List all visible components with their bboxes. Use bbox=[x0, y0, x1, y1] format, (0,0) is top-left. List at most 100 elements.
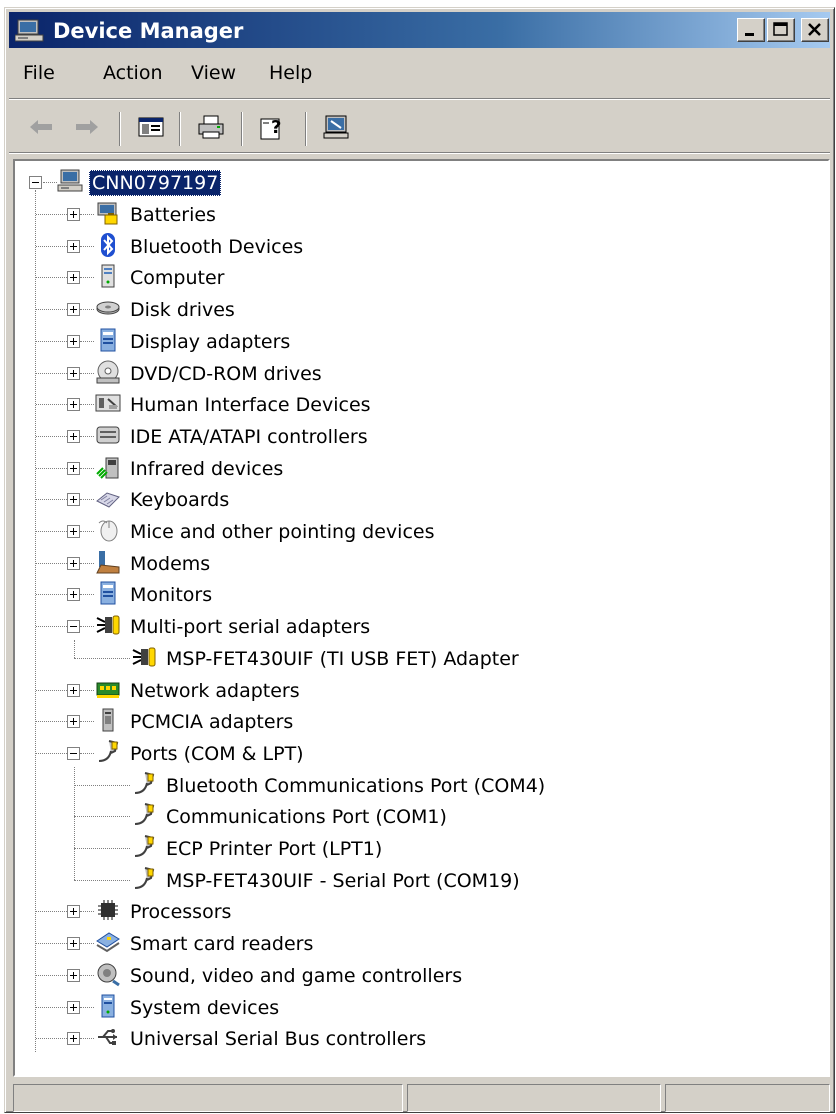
tree-root-label: CNN0797197 bbox=[89, 170, 222, 196]
tree-child-node[interactable]: Bluetooth Communications Port (COM4) bbox=[131, 771, 548, 801]
tree-connector bbox=[36, 911, 67, 913]
tree-connector bbox=[36, 404, 67, 406]
tree-node[interactable]: Display adapters bbox=[95, 327, 293, 357]
tree-node[interactable]: Infrared devices bbox=[95, 454, 286, 484]
tree-connector bbox=[36, 214, 67, 215]
expand-toggle[interactable] bbox=[67, 239, 80, 253]
tree-child-node[interactable]: ECP Printer Port (LPT1) bbox=[131, 834, 385, 864]
tree-node[interactable]: Batteries bbox=[95, 200, 219, 230]
expand-toggle[interactable] bbox=[67, 461, 80, 475]
expand-toggle[interactable] bbox=[67, 937, 80, 951]
tree-node[interactable]: Universal Serial Bus controllers bbox=[95, 1024, 429, 1054]
expand-toggle[interactable] bbox=[67, 905, 80, 919]
network-adapter-icon bbox=[95, 676, 127, 706]
expand-toggle[interactable] bbox=[67, 493, 80, 507]
tree-node-label: Multi-port serial adapters bbox=[130, 616, 371, 639]
tree-connector bbox=[36, 689, 67, 691]
tree-child-node[interactable]: MSP-FET430UIF - Serial Port (COM19) bbox=[131, 866, 523, 896]
battery-icon bbox=[95, 200, 127, 230]
tree-node[interactable]: Bluetooth Devices bbox=[95, 232, 306, 262]
expand-toggle[interactable] bbox=[67, 683, 80, 697]
tree-node[interactable]: DVD/CD-ROM drives bbox=[95, 359, 325, 389]
tree-node-label: Modems bbox=[130, 552, 211, 575]
serial-adapter-icon bbox=[131, 644, 163, 674]
print-button[interactable] bbox=[193, 112, 229, 146]
tree-connector bbox=[80, 340, 94, 342]
tree-connector bbox=[36, 245, 67, 247]
expand-toggle[interactable] bbox=[67, 398, 80, 412]
maximize-button[interactable] bbox=[767, 18, 795, 42]
forward-button[interactable] bbox=[69, 112, 105, 146]
tree-child-label: Communications Port (COM1) bbox=[166, 806, 447, 829]
menu-file[interactable]: File bbox=[23, 62, 55, 84]
tree-node[interactable]: Ports (COM & LPT) bbox=[95, 739, 307, 769]
tree-node[interactable]: Multi-port serial adapters bbox=[95, 612, 373, 642]
tree-connector bbox=[74, 816, 130, 818]
expand-toggle[interactable] bbox=[67, 556, 80, 570]
menu-view[interactable]: View bbox=[191, 62, 236, 84]
tree-child-label: ECP Printer Port (LPT1) bbox=[166, 838, 383, 860]
tree-node-label: Sound, video and game controllers bbox=[130, 964, 463, 987]
tree-node[interactable]: Modems bbox=[95, 549, 213, 579]
infrared-icon bbox=[95, 454, 127, 484]
system-devices-icon bbox=[95, 993, 127, 1023]
tree-child-node[interactable]: Communications Port (COM1) bbox=[131, 802, 450, 832]
show-hide-tree-button[interactable] bbox=[133, 112, 169, 146]
close-button[interactable] bbox=[801, 18, 829, 42]
expand-toggle[interactable] bbox=[67, 968, 80, 982]
menu-action[interactable]: Action bbox=[103, 62, 163, 84]
tree-branch-line bbox=[74, 766, 75, 880]
tree-node[interactable]: Disk drives bbox=[95, 295, 238, 325]
toolbar-separator bbox=[305, 112, 307, 146]
tree-node-label: Computer bbox=[130, 267, 225, 290]
expand-toggle[interactable] bbox=[67, 525, 80, 538]
tree-connector bbox=[80, 943, 94, 945]
help-button[interactable]: ? bbox=[255, 112, 291, 146]
tree-node[interactable]: Smart card readers bbox=[95, 929, 316, 959]
ide-controller-icon bbox=[95, 422, 127, 452]
collapse-toggle[interactable] bbox=[67, 746, 80, 760]
expand-toggle[interactable] bbox=[67, 1000, 80, 1014]
collapse-toggle[interactable] bbox=[29, 176, 42, 189]
sound-icon bbox=[95, 961, 127, 991]
tree-node-label: Universal Serial Bus controllers bbox=[130, 1028, 427, 1051]
title-bar[interactable]: Device Manager bbox=[9, 12, 830, 48]
tree-connector bbox=[36, 309, 67, 311]
properties-button[interactable] bbox=[319, 112, 355, 146]
tree-node[interactable]: Monitors bbox=[95, 580, 215, 610]
tree-node[interactable]: Computer bbox=[95, 263, 227, 293]
status-pane-2 bbox=[407, 1084, 661, 1112]
expand-toggle[interactable] bbox=[67, 208, 80, 221]
tree-node[interactable]: System devices bbox=[95, 993, 282, 1023]
expand-toggle[interactable] bbox=[67, 303, 80, 317]
menu-separator bbox=[9, 98, 830, 100]
tree-node[interactable]: Processors bbox=[95, 897, 234, 927]
tree-node[interactable]: Mice and other pointing devices bbox=[95, 517, 437, 547]
tree-node[interactable]: Keyboards bbox=[95, 485, 232, 515]
device-tree-panel[interactable]: CNN0797197 Batteries Bluetooth Devices Com… bbox=[13, 159, 830, 1077]
tree-node[interactable]: Human Interface Devices bbox=[95, 390, 374, 420]
expand-toggle[interactable] bbox=[67, 271, 80, 285]
status-pane-main bbox=[13, 1084, 403, 1112]
expand-toggle[interactable] bbox=[67, 366, 80, 380]
menu-help[interactable]: Help bbox=[269, 62, 312, 84]
tree-node-label: IDE ATA/ATAPI controllers bbox=[130, 425, 368, 448]
expand-toggle[interactable] bbox=[67, 429, 80, 443]
expand-toggle[interactable] bbox=[67, 715, 80, 729]
minimize-button[interactable] bbox=[737, 18, 765, 42]
expand-toggle[interactable] bbox=[67, 1032, 80, 1046]
tree-node-label: Mice and other pointing devices bbox=[130, 521, 435, 543]
tree-node[interactable]: IDE ATA/ATAPI controllers bbox=[95, 422, 371, 452]
expand-toggle[interactable] bbox=[67, 588, 80, 602]
tree-child-node[interactable]: MSP-FET430UIF (TI USB FET) Adapter bbox=[131, 644, 522, 674]
expand-toggle[interactable] bbox=[67, 334, 80, 348]
device-manager-icon bbox=[14, 18, 45, 48]
port-icon bbox=[131, 802, 163, 832]
tree-node[interactable]: Network adapters bbox=[95, 676, 303, 706]
tree-node[interactable]: Sound, video and game controllers bbox=[95, 961, 465, 991]
tree-root[interactable]: CNN0797197 bbox=[57, 168, 222, 198]
collapse-toggle[interactable] bbox=[67, 620, 80, 634]
tree-node[interactable]: PCMCIA adapters bbox=[95, 707, 296, 737]
toolbar-separator-line bbox=[9, 152, 830, 154]
back-button[interactable] bbox=[23, 112, 59, 146]
